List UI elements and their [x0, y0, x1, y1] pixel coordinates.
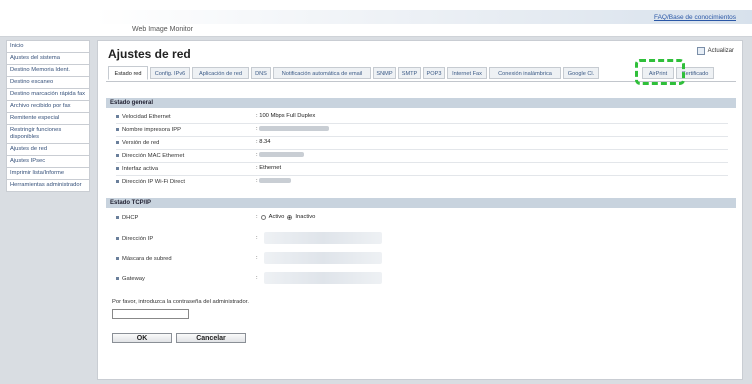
subnet-mask-field[interactable] — [264, 252, 382, 264]
value-velocidad-ethernet: : 100 Mbps Full Duplex — [256, 113, 316, 119]
row-velocidad-ethernet: Velocidad Ethernet — [116, 113, 171, 121]
bullet-icon — [116, 166, 119, 170]
tab-config-ipv6[interactable]: Config. IPv6 — [150, 67, 190, 79]
row-label: Dirección IP — [122, 236, 154, 242]
tab-dns[interactable]: DNS — [251, 67, 271, 79]
row-version-red: Versión de red — [116, 139, 159, 147]
bullet-icon — [116, 236, 119, 240]
value-ip-wifi-direct: : — [256, 178, 292, 184]
divider — [116, 162, 728, 163]
tab-smtp[interactable]: SMTP — [398, 67, 421, 79]
bullet-icon — [116, 153, 119, 157]
tab-google-cloud[interactable]: Google Cl. — [563, 67, 599, 79]
cancel-button[interactable]: Cancelar — [176, 333, 246, 343]
row-label: Versión de red — [122, 140, 160, 146]
row-mac-ethernet: Dirección MAC Ethernet — [116, 152, 184, 160]
row-label: Velocidad Ethernet — [122, 114, 171, 120]
main-panel: Ajustes de red Actualizar Estado red Con… — [97, 40, 743, 380]
divider — [116, 136, 728, 137]
sidebar-item-ajustes-ipsec[interactable]: Ajustes IPsec — [6, 155, 90, 167]
tab-estado-red[interactable]: Estado red — [108, 66, 148, 80]
refresh-button[interactable]: Actualizar — [696, 47, 734, 55]
row-nombre-ipp: Nombre impresora IPP — [116, 126, 181, 134]
row-label: Interfaz activa — [122, 166, 159, 172]
refresh-label: Actualizar — [707, 48, 734, 54]
bullet-icon — [116, 256, 119, 260]
row-label: Dirección IP Wi-Fi Direct — [122, 179, 186, 185]
row-label: Máscara de subred — [122, 256, 172, 262]
gateway-field[interactable] — [264, 272, 382, 284]
dhcp-radio-group: : Activo Inactivo — [256, 214, 315, 220]
dhcp-active-label: Activo — [268, 214, 285, 220]
sidebar-item-restringir[interactable]: Restringir funciones disponibles — [6, 124, 90, 143]
app-brand: Web Image Monitor — [132, 26, 193, 33]
dhcp-active-radio[interactable] — [260, 214, 266, 220]
browser-frame: Web Image Monitor FAQ/Base de conocimien… — [0, 0, 752, 384]
tab-aplicacion-red[interactable]: Aplicación de red — [192, 67, 249, 79]
divider — [116, 123, 728, 124]
refresh-icon — [696, 47, 705, 55]
password-prompt: Por favor, introduzca la contraseña del … — [112, 299, 249, 305]
faq-link[interactable]: FAQ/Base de conocimientos — [654, 14, 736, 21]
row-mascara-subred: Máscara de subred — [116, 255, 172, 263]
row-label: Nombre impresora IPP — [122, 127, 181, 133]
top-bar: Web Image Monitor FAQ/Base de conocimien… — [0, 0, 752, 37]
row-gateway: Gateway — [116, 275, 145, 283]
sidebar-item-destino-escaneo[interactable]: Destino escaneo — [6, 76, 90, 88]
tab-notificacion-email[interactable]: Notificación automática de email — [273, 67, 371, 79]
row-label: Dirección MAC Ethernet — [122, 153, 185, 159]
admin-password-input[interactable] — [112, 309, 189, 319]
tab-pop3[interactable]: POP3 — [423, 67, 445, 79]
row-dhcp: DHCP — [116, 214, 138, 222]
section-estado-tcpip: Estado TCP/IP — [106, 198, 736, 208]
ip-address-field[interactable] — [264, 232, 382, 244]
sidebar-item-archivo-fax[interactable]: Archivo recibido por fax — [6, 100, 90, 112]
value-gateway: : — [256, 275, 258, 281]
sidebar-item-destino-memoria[interactable]: Destino Memoria Ident. — [6, 64, 90, 76]
row-direccion-ip: Dirección IP — [116, 235, 153, 243]
sidebar-item-imprimir-lista[interactable]: Imprimir lista/Informe — [6, 167, 90, 179]
page-title: Ajustes de red — [108, 47, 191, 61]
tab-conexion-inalambrica[interactable]: Conexión inalámbrica — [489, 67, 561, 79]
bullet-icon — [116, 215, 119, 219]
value-direccion-ip: : — [256, 235, 258, 241]
bullet-icon — [116, 127, 119, 131]
value-mac-ethernet: : — [256, 152, 305, 158]
row-label: DHCP — [122, 215, 139, 221]
bullet-icon — [116, 114, 119, 118]
row-ip-wifi-direct: Dirección IP Wi-Fi Direct — [116, 178, 185, 186]
dhcp-inactive-radio[interactable] — [287, 214, 293, 220]
value-mascara-subred: : — [256, 255, 258, 261]
tab-snmp[interactable]: SNMP — [373, 67, 396, 79]
row-interfaz-activa: Interfaz activa — [116, 165, 158, 173]
redacted-value — [259, 152, 305, 157]
value-interfaz-activa: : Ethernet — [256, 165, 282, 171]
sidebar-item-ajustes-red[interactable]: Ajustes de red — [6, 143, 90, 155]
dhcp-inactive-label: Inactivo — [295, 214, 316, 220]
tab-internet-fax[interactable]: Internet Fax — [447, 67, 487, 79]
bullet-icon — [116, 179, 119, 183]
redacted-value — [259, 126, 330, 131]
sidebar-item-remitente[interactable]: Remitente especial — [6, 112, 90, 124]
redacted-value — [259, 178, 292, 183]
value-version-red: : 8.34 — [256, 139, 271, 145]
colon: : — [256, 214, 258, 220]
sidebar-item-ajustes-sistema[interactable]: Ajustes del sistema — [6, 52, 90, 64]
airprint-highlight — [635, 59, 685, 85]
divider — [116, 149, 728, 150]
value-nombre-ipp: : — [256, 126, 330, 132]
sidebar-item-inicio[interactable]: Inicio — [6, 40, 90, 52]
section-estado-general: Estado general — [106, 98, 736, 108]
bullet-icon — [116, 276, 119, 280]
sidebar-item-herramientas[interactable]: Herramientas administrador — [6, 179, 90, 192]
bullet-icon — [116, 140, 119, 144]
sidebar-item-destino-fax[interactable]: Destino marcación rápida fax — [6, 88, 90, 100]
divider — [116, 175, 728, 176]
sidebar: Inicio Ajustes del sistema Destino Memor… — [6, 40, 90, 192]
row-label: Gateway — [122, 276, 145, 282]
ok-button[interactable]: OK — [112, 333, 172, 343]
